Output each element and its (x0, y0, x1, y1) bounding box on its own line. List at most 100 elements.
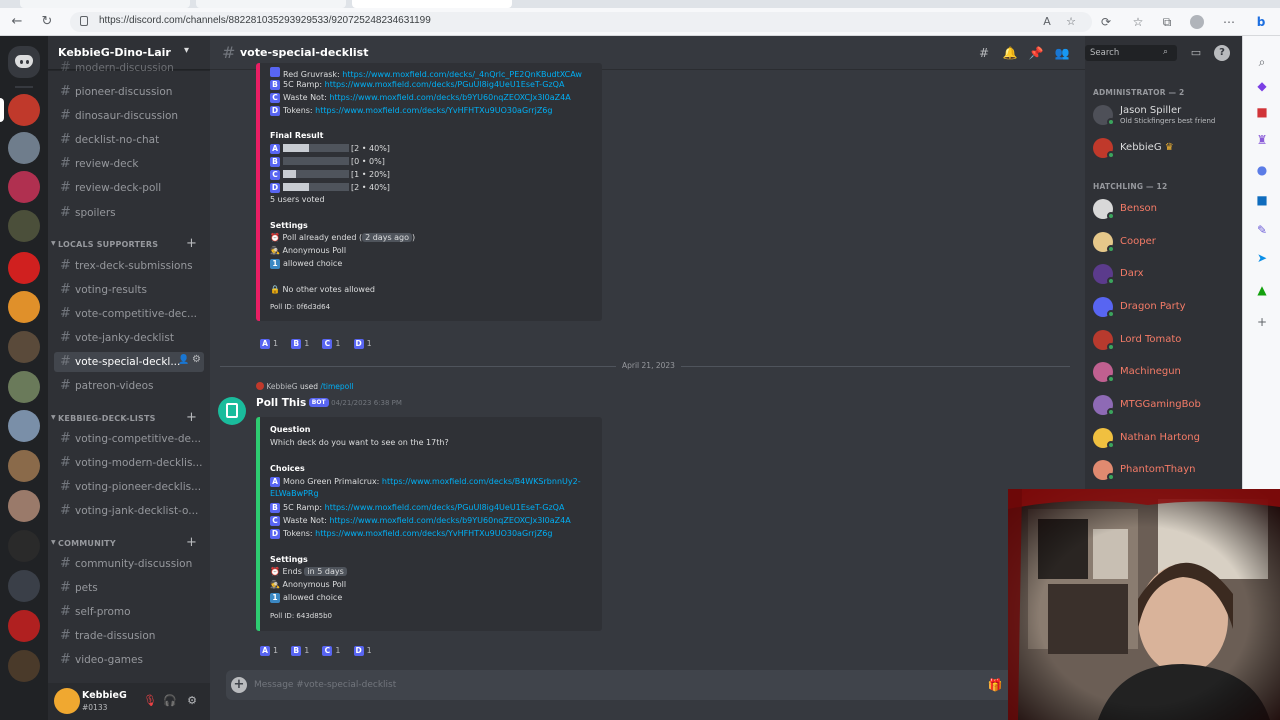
browser-tab[interactable] (196, 0, 346, 8)
category-community[interactable]: ▼ COMMUNITY + (51, 535, 201, 551)
member-item[interactable]: Darx (1091, 261, 1237, 287)
inbox-icon[interactable]: ▭ (1188, 45, 1204, 61)
server-icon[interactable] (8, 490, 40, 522)
back-icon[interactable]: ← (8, 13, 26, 31)
category-locals[interactable]: ▼ LOCALS SUPPORTERS + (51, 236, 201, 252)
server-icon[interactable] (8, 410, 40, 442)
discord-home-button[interactable] (8, 46, 40, 78)
server-icon[interactable] (8, 252, 40, 284)
search-icon[interactable]: ⌕ (1252, 52, 1272, 72)
channel-item[interactable]: # vote-janky-decklist (54, 328, 204, 348)
games-icon[interactable]: ● (1252, 160, 1272, 180)
channel-item[interactable]: # voting-pioneer-decklis... (54, 477, 204, 497)
channel-item[interactable]: # review-deck (54, 154, 204, 174)
profile-icon[interactable] (1188, 13, 1206, 31)
reaction-button[interactable]: D1 (353, 646, 372, 656)
member-item[interactable]: PhantomThayn (1091, 457, 1237, 483)
category-decklists[interactable]: ▼ KEBBIEG-DECK-LISTS + (51, 410, 201, 426)
member-item[interactable]: Lord Tomato (1091, 327, 1237, 353)
add-icon[interactable]: + (1252, 312, 1272, 332)
channel-item[interactable]: # voting-competitive-de... (54, 429, 204, 449)
channel-item[interactable]: # pioneer-discussion (54, 82, 204, 102)
choice-link[interactable]: https://www.moxfield.com/decks/b9YU60nqZ… (329, 93, 570, 102)
server-icon[interactable] (8, 94, 40, 126)
favorite-star-icon[interactable]: ☆ (1064, 15, 1078, 29)
shopping-icon[interactable]: ■ (1252, 102, 1272, 122)
server-icon[interactable] (8, 171, 40, 203)
settings-gear-icon[interactable]: ⚙ (184, 693, 200, 709)
add-channel-icon[interactable]: + (186, 236, 197, 251)
member-item[interactable]: Cooper (1091, 229, 1237, 255)
server-icon[interactable] (8, 650, 40, 682)
reaction-button[interactable]: D1 (353, 339, 372, 349)
channel-item[interactable]: # modern-discussion (54, 58, 204, 78)
member-item[interactable]: Dragon Party (1091, 294, 1237, 320)
reply-reference[interactable]: KebbieG used /timepoll (256, 382, 353, 391)
channel-item[interactable]: # vote-competitive-dec... (54, 304, 204, 324)
server-icon[interactable] (8, 210, 40, 242)
url-field[interactable]: https://discord.com/channels/88228103529… (70, 12, 1092, 32)
extensions-icon[interactable]: ⟳ (1097, 13, 1115, 31)
member-item[interactable]: Machinegun (1091, 359, 1237, 385)
channel-item[interactable]: # review-deck-poll (54, 178, 204, 198)
tree-icon[interactable]: ▲ (1252, 280, 1272, 300)
member-item[interactable]: Nathan Hartong (1091, 425, 1237, 451)
channel-item[interactable]: # voting-jank-decklist-o... (54, 501, 204, 521)
server-icon[interactable] (8, 132, 40, 164)
channel-item[interactable]: # decklist-no-chat (54, 130, 204, 150)
reload-icon[interactable]: ↻ (38, 13, 56, 31)
reaction-button[interactable]: C1 (322, 646, 340, 656)
pin-icon[interactable]: 📌 (1028, 45, 1044, 61)
add-channel-icon[interactable]: + (186, 410, 197, 425)
bot-avatar[interactable] (218, 397, 246, 425)
message-input[interactable] (254, 677, 854, 693)
collections-icon[interactable]: ⧉ (1158, 13, 1176, 31)
channel-item-active[interactable]: # vote-special-deckl... 👤 ⚙ (54, 352, 204, 372)
outlook-icon[interactable]: ■ (1252, 190, 1272, 210)
send-icon[interactable]: ➤ (1252, 248, 1272, 268)
tag-icon[interactable]: ◆ (1252, 76, 1272, 96)
choice-link[interactable]: https://www.moxfield.com/decks/PGuUl8ig4… (325, 80, 565, 89)
bell-icon[interactable]: 🔔 (1002, 45, 1018, 61)
server-icon[interactable] (8, 371, 40, 403)
gift-icon[interactable]: 🎁 (987, 677, 1003, 693)
server-icon[interactable] (8, 291, 40, 323)
attach-plus-icon[interactable]: + (231, 677, 247, 693)
channel-item[interactable]: # trade-dissusion (54, 626, 204, 646)
member-list-icon[interactable]: 👥 (1054, 45, 1070, 61)
reaction-button[interactable]: C1 (322, 339, 340, 349)
channel-item[interactable]: # patreon-videos (54, 376, 204, 396)
reaction-button[interactable]: A1 (260, 339, 278, 349)
tools-icon[interactable]: ♜ (1252, 130, 1272, 150)
reaction-button[interactable]: B1 (291, 339, 309, 349)
channel-item[interactable]: # pets (54, 578, 204, 598)
browser-tab[interactable] (20, 0, 190, 8)
member-item[interactable]: Jason Spiller Old Stickfingers best frie… (1091, 102, 1237, 128)
server-icon[interactable] (8, 331, 40, 363)
search-input[interactable] (1085, 45, 1157, 61)
threads-icon[interactable]: # (976, 45, 992, 61)
channel-item[interactable]: # community-discussion (54, 554, 204, 574)
channel-item[interactable]: # dinosaur-discussion (54, 106, 204, 126)
channel-item[interactable]: # trex-deck-submissions (54, 256, 204, 276)
choice-link[interactable]: https://www.moxfield.com/decks/b9YU60nqZ… (329, 516, 570, 525)
choice-link-wrap[interactable]: ELWaBwPRg (270, 489, 319, 498)
mute-icon[interactable]: 🎙 (142, 693, 158, 709)
invite-icon[interactable]: 👤 (178, 355, 189, 365)
choice-link[interactable]: https://www.moxfield.com/decks/YvHFHTXu9… (315, 106, 552, 115)
read-aloud-icon[interactable]: A (1040, 15, 1054, 29)
more-menu-icon[interactable]: ⋯ (1220, 13, 1238, 31)
server-icon[interactable] (8, 570, 40, 602)
member-item[interactable]: MTGGamingBob (1091, 392, 1237, 418)
browser-tab-active[interactable] (352, 0, 512, 8)
server-icon[interactable] (8, 610, 40, 642)
server-icon[interactable] (8, 450, 40, 482)
add-channel-icon[interactable]: + (186, 535, 197, 550)
reaction-button[interactable]: B1 (291, 646, 309, 656)
reaction-button[interactable]: A1 (260, 646, 278, 656)
channel-item[interactable]: # spoilers (54, 203, 204, 223)
server-icon[interactable] (8, 530, 40, 562)
channel-item[interactable]: # voting-modern-decklis... (54, 453, 204, 473)
bing-icon[interactable]: b (1252, 13, 1270, 31)
author-name[interactable]: Poll This (256, 397, 306, 409)
